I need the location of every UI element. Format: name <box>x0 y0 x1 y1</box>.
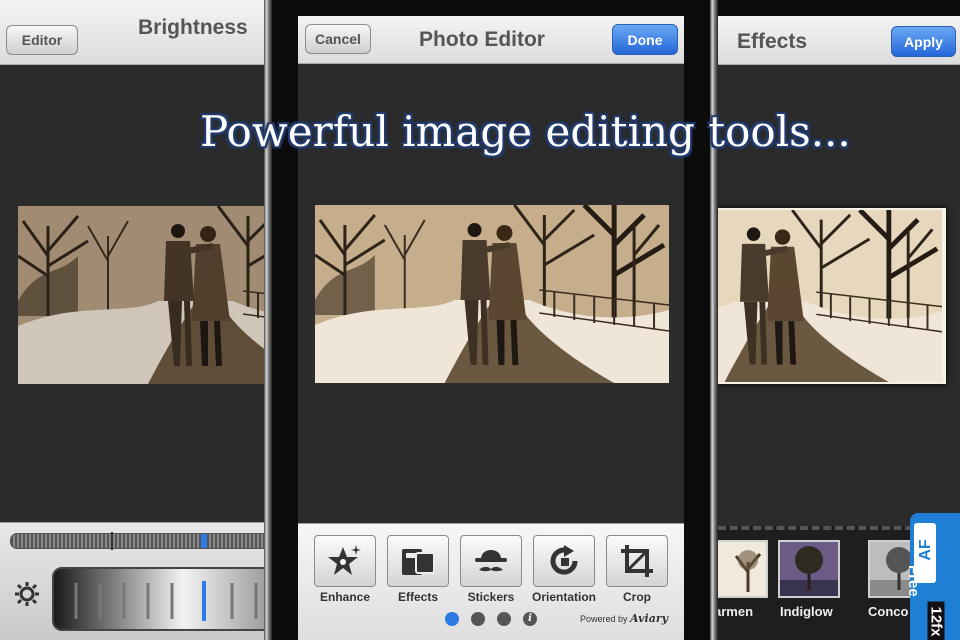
cancel-button[interactable]: Cancel <box>305 24 371 54</box>
brightness-screen: Editor Brightness <box>0 0 264 640</box>
aviary-logo: Aviary <box>630 612 669 625</box>
filter-label-carmen: armen <box>718 604 754 619</box>
brightness-wheel[interactable] <box>52 567 264 631</box>
pack-af-label: AF <box>917 539 934 561</box>
navbar: Effects Apply <box>718 16 960 65</box>
phone-edge-left <box>264 0 272 640</box>
left-phone: Editor Brightness <box>0 0 268 640</box>
navbar: Cancel Photo Editor Done <box>298 16 684 64</box>
orientation-button[interactable] <box>533 535 595 587</box>
enhance-button[interactable] <box>314 535 376 587</box>
photo-preview <box>315 205 669 383</box>
page-dot-2[interactable] <box>471 612 485 626</box>
effects-label: Effects <box>397 590 438 604</box>
slider-center-mark <box>111 532 113 550</box>
pack-count-label: 12fx <box>927 601 945 640</box>
enhance-label: Enhance <box>319 590 370 604</box>
adjust-panel <box>0 522 264 640</box>
page-title: Brightness <box>138 16 248 39</box>
headline: Powerful image editing tools... <box>200 107 851 156</box>
done-button[interactable]: Done <box>612 24 678 55</box>
phone-edge-right <box>710 0 718 640</box>
right-phone: Effects Apply armen Indiglow Conco AF Fr… <box>718 0 960 640</box>
filter-thumb-indiglow[interactable] <box>778 540 840 598</box>
effect-photo-frame <box>718 208 946 384</box>
pack-free-label: Free <box>905 565 922 597</box>
page-title: Photo Editor <box>419 28 545 51</box>
powered-by: Powered by Aviary <box>580 612 669 625</box>
effect-pack-tab[interactable]: AF Free 12fx <box>905 513 960 640</box>
crop-button[interactable] <box>606 535 668 587</box>
filter-thumb-carmen[interactable] <box>718 540 768 598</box>
filter-label-indiglow: Indiglow <box>780 604 833 619</box>
center-phone: Cancel Photo Editor Done Enhance Effects… <box>272 0 716 640</box>
film-cards-icon <box>402 549 435 575</box>
rotate-icon <box>550 545 578 575</box>
page-dot-1[interactable] <box>445 612 459 626</box>
photo-preview <box>18 206 264 384</box>
navbar: Editor Brightness <box>0 0 264 65</box>
crop-icon <box>621 545 653 577</box>
photo-preview <box>718 210 942 382</box>
effects-button[interactable] <box>387 535 449 587</box>
slider-thumb[interactable] <box>201 534 207 548</box>
back-button[interactable]: Editor <box>6 25 78 55</box>
sun-icon <box>14 581 40 607</box>
hat-mustache-icon <box>475 550 507 572</box>
info-icon[interactable]: i <box>523 612 537 626</box>
stickers-label: Stickers <box>467 590 515 604</box>
page-dot-3[interactable] <box>497 612 511 626</box>
crop-label: Crop <box>623 590 651 604</box>
page-title: Effects <box>737 30 808 53</box>
stickers-button[interactable] <box>460 535 522 587</box>
brightness-slider[interactable] <box>10 532 264 550</box>
star-sparkle-icon <box>328 545 361 575</box>
apply-button[interactable]: Apply <box>891 26 956 57</box>
orientation-label: Orientation <box>531 590 596 604</box>
filter-label-concord: Conco <box>868 604 909 619</box>
